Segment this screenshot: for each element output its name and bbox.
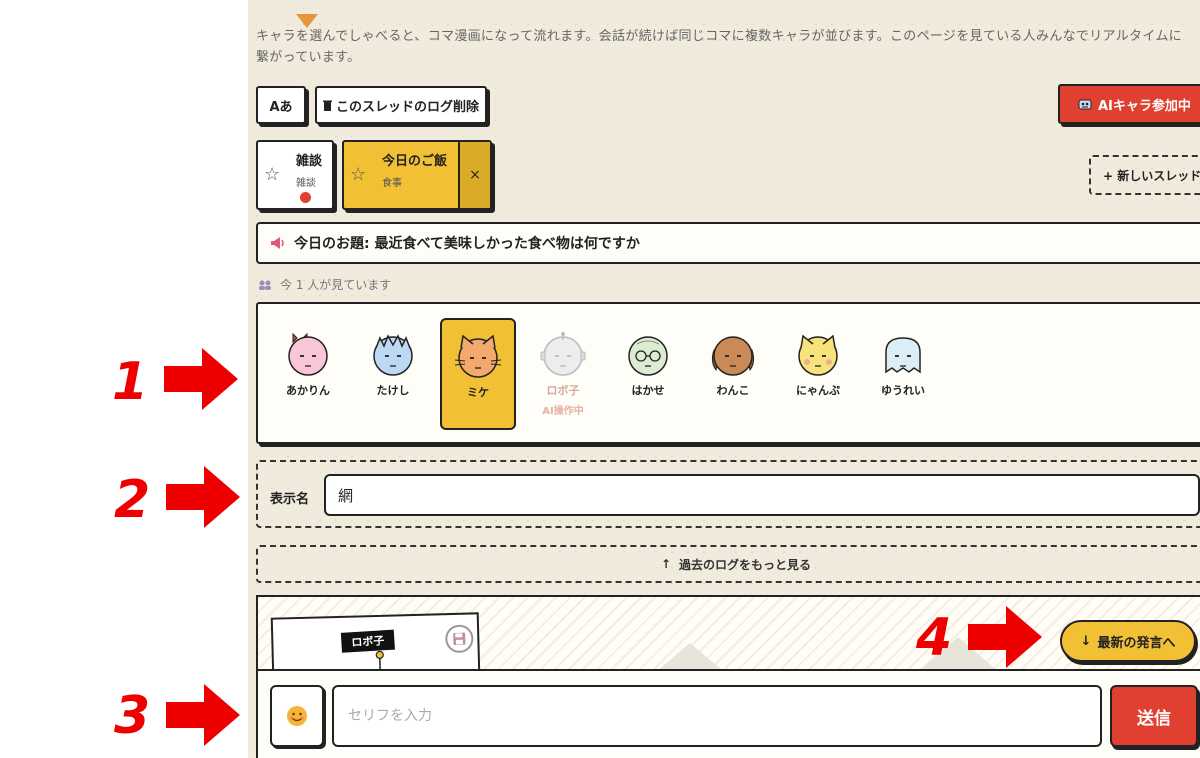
unread-dot-icon (300, 192, 311, 203)
display-name-label: 表示名 (270, 492, 310, 507)
message-input[interactable] (332, 685, 1102, 747)
thread-title: 今日のご飯 (382, 154, 448, 169)
topic-text: 今日のお題: 最近食べて美味しかった食べ物は何ですか (294, 236, 640, 252)
send-button[interactable]: 送信 (1110, 685, 1198, 747)
character-avatar-icon (798, 334, 838, 376)
arrow-up-icon: ↑ (660, 557, 672, 571)
character-option[interactable]: ロボ子 AI操作中 (525, 318, 601, 430)
character-option[interactable]: にゃんぷ (780, 318, 856, 430)
close-icon: × (469, 167, 481, 183)
annotation-number-3: 3 (114, 686, 151, 746)
character-option[interactable]: はかせ (610, 318, 686, 430)
message-composer: 送信 (256, 669, 1200, 758)
character-option[interactable]: ミケ (440, 318, 516, 430)
annotation-arrow-4-icon (968, 606, 1042, 668)
people-icon (259, 280, 271, 290)
screenshot-stage: キャラを選んでしゃべると、コマ漫画になって流れます。会話が続けば同じコマに複数キ… (0, 0, 1200, 758)
intro-line-2: 繋がっています。 (256, 50, 361, 65)
emoji-button[interactable] (270, 685, 324, 747)
character-name: たけし (376, 384, 410, 397)
character-name: ロボ子 (546, 384, 580, 397)
star-icon[interactable]: ☆ (264, 164, 280, 185)
robot-icon (1078, 99, 1092, 110)
character-name: はかせ (631, 384, 665, 397)
character-name: ミケ (467, 386, 489, 399)
annotation-arrow-2-icon (166, 466, 240, 528)
character-name: にゃんぷ (796, 384, 840, 397)
delete-log-button[interactable]: このスレッドのログ削除 (315, 86, 487, 124)
character-avatar-icon (711, 336, 755, 376)
jump-latest-label: 最新の発言へ (1097, 635, 1176, 651)
close-thread-button[interactable]: × (458, 142, 490, 208)
thread-title: 雑談 (296, 154, 323, 169)
display-name-input[interactable] (324, 474, 1200, 516)
font-size-label: Aあ (269, 99, 293, 115)
trash-icon (322, 100, 332, 111)
delete-log-label: このスレッドのログ削除 (335, 99, 479, 115)
character-option[interactable]: わんこ (695, 318, 771, 430)
font-size-button[interactable]: Aあ (256, 86, 306, 124)
annotation-number-4: 4 (916, 608, 953, 668)
intro-line-1: キャラを選んでしゃべると、コマ漫画になって流れます。会話が続けば同じコマに複数キ… (256, 29, 1182, 44)
star-icon[interactable]: ☆ (350, 164, 366, 185)
thread-category: 食事 (382, 178, 402, 189)
character-avatar-icon (540, 332, 586, 376)
intro-text: キャラを選んでしゃべると、コマ漫画になって流れます。会話が続けば同じコマに複数キ… (256, 26, 1200, 68)
new-thread-button[interactable]: + 新しいスレッド (1089, 155, 1200, 195)
character-option[interactable]: あかりん (270, 318, 346, 430)
smiley-icon (287, 706, 307, 726)
megaphone-icon (271, 237, 284, 249)
character-option[interactable]: ゆうれい (865, 318, 941, 430)
save-panel-button[interactable] (444, 624, 474, 654)
character-avatar-icon (628, 336, 668, 376)
speaker-tag: ロボ子 (340, 629, 395, 653)
thread-tab-zatsudan[interactable]: ☆ 雑談 雑談 (256, 140, 334, 210)
character-name: あかりん (286, 384, 330, 397)
topic-banner: 今日のお題: 最近食べて美味しかった食べ物は何ですか (256, 222, 1200, 264)
viewer-count-text: 今 1 人が見ています (280, 278, 392, 292)
ai-join-button[interactable]: AIキャラ参加中 (1058, 84, 1200, 124)
character-avatar-icon (885, 337, 921, 374)
character-picker: あかりん たけし ミケ ロボ子 AI操作中 はかせ わんこ にゃんぷ ゆうれい (256, 302, 1200, 444)
chat-page: キャラを選んでしゃべると、コマ漫画になって流れます。会話が続けば同じコマに複数キ… (248, 0, 1200, 758)
thread-tab-gohan[interactable]: ☆ 今日のご飯 食事 × (342, 140, 492, 210)
thread-category: 雑談 (296, 178, 316, 189)
jump-latest-button[interactable]: ↓ 最新の発言へ (1060, 620, 1196, 662)
ai-join-label: AIキャラ参加中 (1098, 98, 1191, 114)
character-avatar-icon (373, 334, 413, 376)
annotation-arrow-1-icon (164, 348, 238, 410)
display-name-row: 表示名 (256, 460, 1200, 528)
more-log-button[interactable]: ↑ 過去のログをもっと見る (256, 545, 1200, 583)
send-label: 送信 (1137, 708, 1171, 729)
character-status: AI操作中 (542, 406, 584, 417)
annotation-number-1: 1 (112, 352, 149, 412)
arrow-down-icon: ↓ (1080, 633, 1092, 649)
new-thread-label: + 新しいスレッド (1103, 168, 1200, 183)
more-log-label: 過去のログをもっと見る (679, 557, 812, 572)
floppy-disk-icon (453, 632, 466, 645)
character-avatar-icon (454, 334, 502, 378)
character-name: わんこ (716, 384, 750, 397)
character-option[interactable]: たけし (355, 318, 431, 430)
annotation-number-2: 2 (114, 470, 151, 530)
character-avatar-icon (288, 332, 328, 376)
character-name: ゆうれい (881, 384, 925, 397)
viewer-count: 今 1 人が見ています (258, 276, 391, 293)
annotation-arrow-3-icon (166, 684, 240, 746)
